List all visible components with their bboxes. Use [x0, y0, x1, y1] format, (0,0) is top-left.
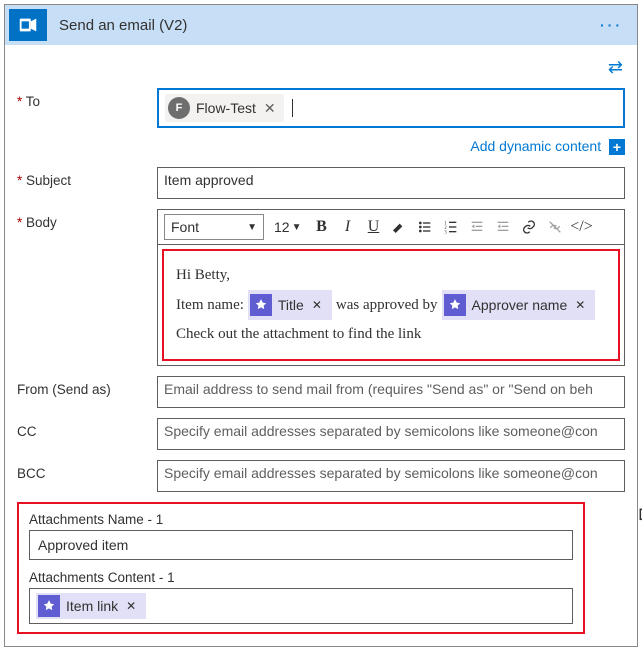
text-caret [292, 99, 293, 117]
outdent-button[interactable] [465, 215, 489, 239]
attachments-name-label: Attachments Name - 1 [29, 512, 573, 527]
dynamic-token-title[interactable]: Title ✕ [248, 290, 332, 321]
outlook-icon [9, 9, 47, 41]
dynamic-token-itemlink[interactable]: Item link ✕ [36, 593, 146, 619]
to-input[interactable]: F Flow-Test ✕ [157, 88, 625, 128]
swap-direction-icon[interactable]: ⇄ [608, 57, 623, 77]
add-dynamic-content-button[interactable]: + [609, 139, 625, 155]
row-to: To F Flow-Test ✕ [17, 88, 625, 128]
italic-button[interactable]: I [335, 215, 359, 239]
body-label: Body [17, 209, 157, 230]
font-size-dropdown[interactable]: 12▼ [270, 214, 305, 240]
token-remove-icon[interactable]: ✕ [310, 294, 324, 317]
dynamic-token-approver[interactable]: Approver name ✕ [442, 290, 596, 321]
indent-button[interactable] [491, 215, 515, 239]
bullet-list-button[interactable] [413, 215, 437, 239]
attachments-region: Attachments Name - 1 Approved item Attac… [17, 502, 625, 634]
from-input[interactable]: Email address to send mail from (require… [157, 376, 625, 408]
unlink-button[interactable] [543, 215, 567, 239]
token-remove-icon[interactable]: ✕ [573, 294, 587, 317]
card-header: Send an email (V2) ··· [5, 5, 637, 45]
token-remove-icon[interactable]: ✕ [124, 599, 138, 613]
token-icon [250, 294, 272, 316]
body-text: Item name: [176, 291, 244, 320]
card-title: Send an email (V2) [51, 17, 586, 34]
recipient-name: Flow-Test [196, 100, 256, 116]
svg-text:3: 3 [445, 231, 448, 235]
avatar: F [168, 97, 190, 119]
attachments-name-input[interactable]: Approved item [29, 530, 573, 560]
cc-label: CC [17, 418, 157, 439]
recipient-chip[interactable]: F Flow-Test ✕ [165, 94, 284, 122]
row-from: From (Send as) Email address to send mai… [17, 376, 625, 408]
attachments-content-input[interactable]: Item link ✕ [29, 588, 573, 624]
row-subject: Subject Item approved [17, 167, 625, 199]
remove-recipient-icon[interactable]: ✕ [262, 100, 278, 117]
cc-input[interactable]: Specify email addresses separated by sem… [157, 418, 625, 450]
switch-to-array-icon[interactable] [637, 506, 642, 528]
bcc-input[interactable]: Specify email addresses separated by sem… [157, 460, 625, 492]
link-button[interactable] [517, 215, 541, 239]
attachments-block: Attachments Name - 1 Approved item Attac… [17, 502, 585, 634]
to-label: To [17, 88, 157, 109]
token-icon [444, 294, 466, 316]
underline-button[interactable]: U [361, 215, 385, 239]
numbered-list-button[interactable]: 123 [439, 215, 463, 239]
highlight-button[interactable] [387, 215, 411, 239]
from-label: From (Send as) [17, 376, 157, 397]
body-text: was approved by [336, 291, 438, 320]
body-greeting: Hi Betty, [176, 261, 230, 290]
editor-toolbar: Font▼ 12▼ B I U 123 </> [158, 210, 624, 245]
editor-content[interactable]: Hi Betty, Item name: Title ✕ was approve… [162, 249, 620, 361]
add-dynamic-content-link[interactable]: Add dynamic content [470, 138, 601, 154]
card-body: ⇄ To F Flow-Test ✕ Add dynamic content + [5, 45, 637, 646]
code-view-button[interactable]: </> [569, 215, 593, 239]
row-bcc: BCC Specify email addresses separated by… [17, 460, 625, 492]
bcc-label: BCC [17, 460, 157, 481]
row-body: Body Font▼ 12▼ B I U 123 [17, 209, 625, 366]
font-dropdown[interactable]: Font▼ [164, 214, 264, 240]
row-cc: CC Specify email addresses separated by … [17, 418, 625, 450]
more-menu-button[interactable]: ··· [586, 17, 637, 33]
subject-input[interactable]: Item approved [157, 167, 625, 199]
attachments-content-label: Attachments Content - 1 [29, 570, 573, 585]
rich-text-editor: Font▼ 12▼ B I U 123 </> [157, 209, 625, 366]
bold-button[interactable]: B [309, 215, 333, 239]
subject-label: Subject [17, 167, 157, 188]
action-card: Send an email (V2) ··· ⇄ To F Flow-Test … [4, 4, 638, 647]
token-icon [38, 595, 60, 617]
body-text: Check out the attachment to find the lin… [176, 320, 421, 349]
